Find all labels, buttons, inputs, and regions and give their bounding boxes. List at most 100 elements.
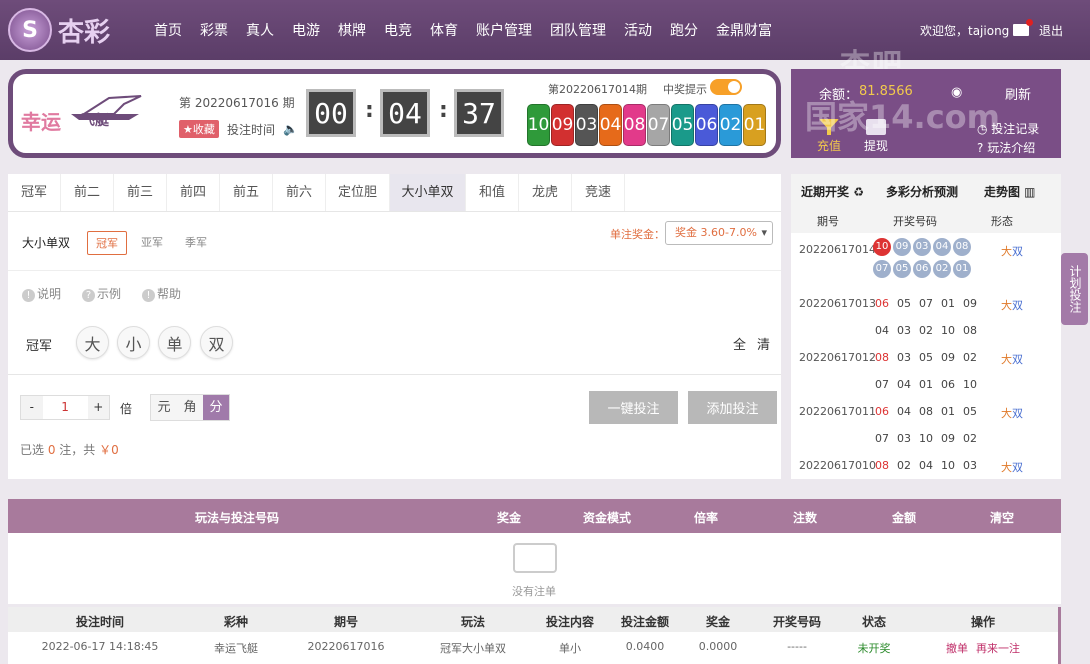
clear-button[interactable]: 清 (757, 334, 770, 353)
cart-col-mode: 资金模式 (583, 511, 632, 525)
history-number: 10 (941, 459, 955, 472)
tab-top5[interactable]: 前五 (220, 174, 273, 211)
tab-champion[interactable]: 冠军 (8, 174, 61, 211)
tab-sum[interactable]: 和值 (466, 174, 519, 211)
cart-col-multiplier: 倍率 (694, 511, 719, 525)
help-help[interactable]: ! 帮助 (142, 285, 181, 302)
shape-size: 大 (1001, 299, 1012, 312)
notify-toggle[interactable] (710, 79, 742, 95)
option-odd[interactable]: 单 (158, 326, 191, 359)
shape-parity: 双 (1012, 353, 1023, 366)
help-example[interactable]: ? 示例 (82, 285, 121, 302)
scrollbar[interactable] (1058, 607, 1061, 664)
history-number: 09 (963, 297, 977, 310)
multiplier-input[interactable]: 1 (42, 396, 88, 419)
nav-slots[interactable]: 电游 (283, 20, 329, 40)
brand-logo[interactable]: S 杏彩 (8, 8, 128, 52)
tab-top3[interactable]: 前三 (114, 174, 167, 211)
table-row: 2022-06-17 14:18:45 幸运飞艇 20220617016 冠军大… (8, 632, 1061, 662)
history-shape: 大双 (1001, 405, 1023, 421)
history-number: 07 (873, 260, 891, 278)
unit-yuan[interactable]: 元 (151, 395, 177, 420)
one-click-bet-button[interactable]: 一键投注 (589, 391, 678, 424)
deposit-label: 充值 (817, 139, 842, 153)
shape-parity: 双 (1012, 299, 1023, 312)
tab-position[interactable]: 定位胆 (326, 174, 390, 211)
hide-balance-icon[interactable]: ◉ (951, 85, 962, 100)
tab-top2[interactable]: 前二 (61, 174, 114, 211)
select-all-button[interactable]: 全 (733, 334, 746, 353)
deposit-button[interactable]: 充值 (817, 119, 841, 154)
plan-bet-tab[interactable]: 计划投注 (1061, 253, 1088, 325)
empty-message: 没有注单 (512, 585, 556, 598)
game-name-2: 飞艇 (81, 113, 109, 129)
nav-wealth[interactable]: 金鼎财富 (707, 20, 781, 40)
tab-race[interactable]: 竞速 (572, 174, 625, 211)
history-number: 06 (913, 260, 931, 278)
countdown-seconds: 37 (454, 89, 504, 137)
cancel-bet-link[interactable]: 撤单 (946, 640, 968, 656)
nav-lottery[interactable]: 彩票 (191, 20, 237, 40)
history-panel: 近期开奖 ♻ 多彩分析预测 走势图 ▥ 期号 开奖号码 形态 202206170… (791, 174, 1061, 479)
tab-dragon-tiger[interactable]: 龙虎 (519, 174, 572, 211)
nav-account[interactable]: 账户管理 (467, 20, 541, 40)
help-help-label: 帮助 (157, 287, 182, 301)
nav-esports[interactable]: 电竞 (375, 20, 421, 40)
history-number: 04 (897, 405, 911, 418)
nav-team[interactable]: 团队管理 (541, 20, 615, 40)
increment-button[interactable]: + (88, 396, 110, 419)
bet-record-link[interactable]: ◷ 投注记录 (977, 120, 1039, 137)
nav-sports[interactable]: 体育 (421, 20, 467, 40)
bet-again-link[interactable]: 再来一注 (976, 640, 1020, 656)
countdown-colon: : (439, 98, 448, 123)
bonus-select[interactable]: 奖金 3.60-7.0% (665, 221, 773, 245)
tab-top6[interactable]: 前六 (273, 174, 326, 211)
history-number: 04 (919, 459, 933, 472)
tab-trend[interactable]: 走势图 ▥ (984, 183, 1036, 200)
nav-activity[interactable]: 活动 (615, 20, 661, 40)
result-ball: 06 (695, 104, 718, 146)
tab-recent-draws-label: 近期开奖 (801, 184, 850, 199)
summary-mid: 注，共 (55, 443, 100, 457)
option-big[interactable]: 大 (76, 326, 109, 359)
withdraw-button[interactable]: 提现 (864, 119, 888, 154)
history-number: 06 (875, 405, 889, 418)
decrement-button[interactable]: - (21, 396, 43, 419)
unit-jiao[interactable]: 角 (177, 395, 203, 420)
history-number: 05 (897, 297, 911, 310)
add-bet-button[interactable]: 添加投注 (688, 391, 777, 424)
rec-col-content: 投注内容 (545, 615, 595, 629)
sub-third[interactable]: 季军 (177, 231, 215, 253)
mail-icon[interactable] (1013, 19, 1033, 36)
refresh-button[interactable]: 刷新 (1005, 84, 1031, 103)
history-number: 03 (897, 432, 911, 445)
volume-icon[interactable]: 🔈 (283, 122, 298, 136)
rules-link[interactable]: ? 玩法介绍 (977, 139, 1035, 156)
nav-live[interactable]: 真人 (237, 20, 283, 40)
tab-top4[interactable]: 前四 (167, 174, 220, 211)
option-small[interactable]: 小 (117, 326, 150, 359)
help-explain[interactable]: ! 说明 (22, 285, 61, 302)
tab-analysis[interactable]: 多彩分析预测 (886, 183, 958, 200)
rec-bonus: 0.0000 (698, 640, 738, 653)
position-label: 冠军 (26, 339, 53, 354)
nav-running[interactable]: 跑分 (661, 20, 707, 40)
rec-col-status: 状态 (861, 615, 887, 629)
nav-chess[interactable]: 棋牌 (329, 20, 375, 40)
last-period: 第20220617014期 (548, 83, 647, 96)
tab-big-small-odd-even[interactable]: 大小单双 (390, 174, 466, 211)
sub-champion[interactable]: 冠军 (87, 231, 127, 255)
bet-record-label: 投注记录 (991, 122, 1040, 136)
tab-recent-draws[interactable]: 近期开奖 ♻ (801, 183, 864, 200)
option-even[interactable]: 双 (200, 326, 233, 359)
nav-home[interactable]: 首页 (145, 20, 191, 40)
history-number: 02 (963, 351, 977, 364)
rec-col-numbers: 开奖号码 (772, 615, 822, 629)
sub-second[interactable]: 亚军 (133, 231, 171, 253)
cart-clear-button[interactable]: 清空 (990, 509, 1014, 526)
favorite-button[interactable]: ★收藏 (179, 120, 219, 138)
game-header-card: 幸运 飞艇 第 20220617016 期 ★收藏 投注时间 🔈 00 : 04… (8, 69, 781, 158)
unit-fen[interactable]: 分 (203, 395, 229, 420)
logout-link[interactable]: 退出 (1039, 22, 1063, 39)
history-number: 09 (941, 351, 955, 364)
